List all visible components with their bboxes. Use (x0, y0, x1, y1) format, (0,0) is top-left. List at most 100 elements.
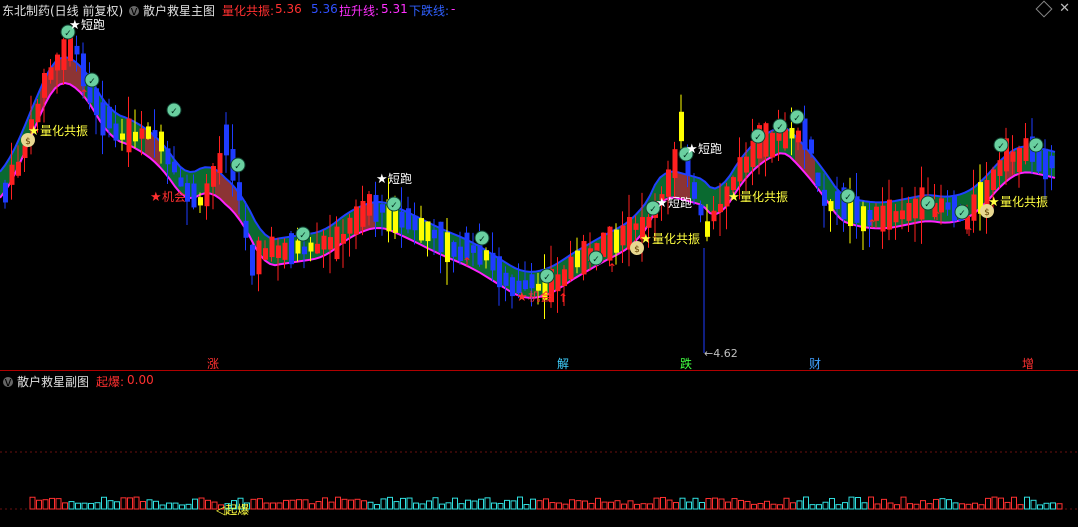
candle-body (146, 126, 151, 139)
candle-body (672, 149, 678, 179)
qibao-signal-label: ◁起爆 (215, 503, 249, 517)
check-circle-glyph: ✓ (170, 107, 178, 117)
candle-body (100, 102, 106, 136)
candle-body (269, 236, 275, 258)
main-indicator-menu-button[interactable]: v (129, 4, 139, 18)
sub-bar (497, 502, 504, 510)
sub-bar (777, 504, 783, 510)
candle-body (263, 248, 268, 260)
sub-bar (556, 502, 562, 510)
sub-bar (673, 502, 679, 510)
candle-body (1049, 155, 1055, 169)
sub-bar (965, 503, 972, 510)
star-icon: ★ (686, 142, 698, 157)
sub-bar (991, 496, 998, 510)
sub-bar (88, 502, 94, 510)
sub-bar (1004, 501, 1011, 510)
sub-indicator-chart[interactable]: ◁起爆 (0, 390, 1078, 527)
sub-bar (1024, 496, 1030, 510)
main-candlestick-chart[interactable]: ✓✓✓✓✓✓✓✓✓✓✓✓✓✓✓✓✓✓ ✓$$$★ 量化共振★ 量化共振★ 量化共振 ★ 量化… (0, 18, 1078, 370)
sub-bar (29, 496, 36, 510)
sub-bar (569, 499, 575, 510)
lianghua-signal-label: 量化共振 (1000, 195, 1048, 209)
sub-bar (166, 502, 172, 510)
sub-bar (1043, 502, 1050, 510)
candle-body (666, 169, 671, 197)
candle-body (347, 217, 353, 234)
sub-chart-header: v 散户救星副图 起爆: 0.00 (0, 372, 1078, 390)
candle-body (321, 235, 327, 250)
sub-bar (439, 503, 445, 510)
sub-bar (790, 502, 796, 510)
lianghua-value: 5.36 (275, 2, 302, 16)
lasheng-value: 5.31 (381, 2, 408, 16)
check-circle-glyph: ✓ (1032, 142, 1040, 152)
candle-body (633, 223, 639, 230)
sub-bar (738, 499, 744, 510)
candle-body (198, 197, 203, 206)
sub-bar (276, 502, 283, 510)
sub-bar (725, 501, 731, 510)
candle-body (61, 39, 67, 70)
sub-bar (543, 498, 549, 510)
candle-body (328, 237, 333, 250)
candle-body (172, 161, 177, 173)
candle-body (731, 177, 736, 191)
candle-body (334, 226, 340, 260)
candle-body (315, 243, 320, 254)
jihui-signal-label: 机会 (162, 190, 186, 204)
sub-bar (49, 497, 55, 510)
candle-body (224, 124, 229, 156)
sub-bar (484, 497, 491, 510)
sub-bar (133, 496, 140, 510)
sub-bar (205, 499, 211, 510)
sub-bar (588, 502, 595, 510)
sub-bar (354, 498, 361, 510)
candle-body (341, 233, 346, 244)
candle-body (406, 208, 411, 230)
up-arrow-icon: ↑ (558, 291, 568, 305)
sub-bar (510, 500, 517, 510)
sub-bar (829, 498, 835, 510)
sub-bar (751, 503, 757, 510)
sub-bar (621, 503, 627, 510)
sub-bar (731, 498, 738, 510)
sub-bar (367, 501, 374, 510)
min-price-label: ←4.62 (704, 347, 738, 360)
candle-body (243, 220, 249, 238)
expand-panel-icon[interactable] (1035, 0, 1053, 18)
candle-body (3, 182, 8, 203)
check-circle-glyph: ✓ (958, 209, 966, 219)
sub-bar (458, 503, 465, 510)
candle-body (107, 106, 112, 129)
up-arrow-icon: ↑ (79, 87, 89, 101)
sub-bar (62, 502, 68, 510)
candle-body (906, 203, 912, 221)
close-icon[interactable]: ✕ (1059, 1, 1070, 16)
sub-bar (601, 501, 608, 510)
candle-body (770, 132, 775, 158)
sub-indicator-menu-button[interactable]: v (3, 375, 13, 389)
duanpao-signal-label: 短跑 (698, 142, 722, 156)
stock-title: 东北制药(日线 前复权) (2, 4, 124, 18)
sub-bar (153, 500, 159, 510)
sub-bar (972, 502, 978, 510)
sub-bar (744, 500, 751, 510)
check-circle-glyph: ✓ (924, 200, 932, 210)
axis-marker: 跌 (680, 356, 692, 370)
sub-bar (309, 503, 315, 510)
candle-body (750, 140, 756, 167)
candle-body (913, 198, 918, 219)
sub-bar (348, 499, 354, 510)
sub-bar (114, 501, 120, 510)
candle-body (16, 161, 21, 176)
main-indicator-name[interactable]: 散户救星主图 (143, 2, 215, 19)
sub-bar (302, 499, 309, 510)
sub-bar (952, 502, 959, 510)
sub-bar (881, 498, 887, 510)
sub-indicator-name[interactable]: 散户救星副图 (17, 373, 89, 390)
candle-body (432, 229, 437, 239)
sub-bar (907, 503, 913, 510)
candle-body (276, 245, 281, 258)
candle-body (74, 45, 80, 55)
